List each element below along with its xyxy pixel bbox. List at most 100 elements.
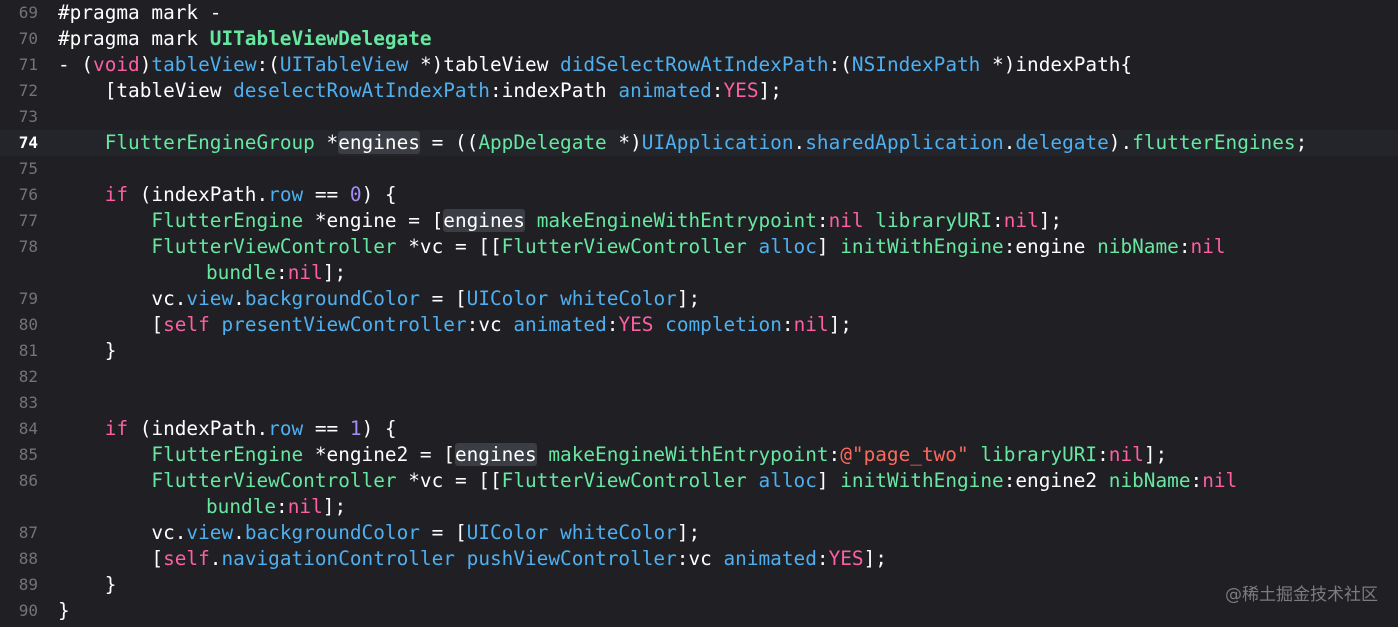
code-token: row [268,183,304,206]
code-token: tableView [151,53,257,76]
code-token: *)indexPath{ [980,53,1133,76]
code-token: : [1178,235,1191,258]
code-line[interactable]: 83 [0,390,1398,416]
code-token: ] [816,235,841,258]
code-token: libraryURI [875,209,993,232]
code-line-wrap[interactable]: bundle:nil]; [0,494,1398,520]
code-token: #pragma mark [58,1,210,24]
code-line[interactable]: 78 FlutterViewController *vc = [[Flutter… [0,234,1398,260]
code-token: :( [256,53,280,76]
code-text: [self.navigationController pushViewContr… [58,546,887,572]
code-token: : [992,209,1004,232]
code-token: nibName [1097,235,1179,258]
line-number: 83 [18,393,38,412]
code-token: ]; [322,261,347,284]
code-text: vc.view.backgroundColor = [UIColor white… [58,286,700,312]
code-token: (indexPath. [128,183,269,206]
code-line[interactable]: 76 if (indexPath.row == 0) { [0,182,1398,208]
code-token: animated [513,313,607,336]
code-line[interactable]: 88 [self.navigationController pushViewCo… [0,546,1398,572]
code-token: *engine2 = [ [303,443,455,466]
code-text: FlutterViewController *vc = [[FlutterVie… [58,468,1237,494]
code-text: } [58,572,117,598]
code-token: - ( [58,53,94,76]
code-token: ). [1108,131,1133,154]
code-token: #pragma mark [58,27,210,50]
code-token: : [276,495,288,518]
code-line[interactable]: 72 [tableView deselectRowAtIndexPath:ind… [0,78,1398,104]
code-token: vc. [58,287,187,310]
code-token: initWithEngine [840,235,1004,258]
code-token: : [816,209,829,232]
code-token: 1 [349,417,362,440]
code-token: nil [1108,443,1144,466]
code-line[interactable]: 73 [0,104,1398,130]
code-line-wrap[interactable]: bundle:nil]; [0,260,1398,286]
code-line[interactable]: 71- (void)tableView:(UITableView *)table… [0,52,1398,78]
code-token: bundle [206,495,277,518]
line-number: 72 [18,81,38,100]
line-number: 69 [18,3,38,22]
code-token: row [268,417,304,440]
code-line[interactable]: 90} [0,598,1398,624]
code-token: completion [665,313,782,336]
code-line[interactable]: 70 #pragma mark UITableViewDelegate [0,26,1398,52]
code-token: :engine2 [1003,469,1109,492]
code-token: UITableViewDelegate [209,27,432,50]
code-token: } [58,573,117,596]
code-line[interactable]: 77 FlutterEngine *engine = [engines make… [0,208,1398,234]
line-number: 84 [18,419,38,438]
code-token: ]; [863,547,887,570]
line-number: 79 [18,289,38,308]
code-token: ; [1295,131,1308,154]
code-token: - [209,1,222,24]
code-token: . [1003,131,1016,154]
code-token: } [58,599,70,622]
code-token: ) { [361,183,397,206]
code-token: nil [793,313,829,336]
code-token: FlutterViewController [151,235,397,258]
code-line[interactable]: 87 vc.view.backgroundColor = [UIColor wh… [0,520,1398,546]
code-editor[interactable]: 69 #pragma mark - 70 #pragma mark UITableVi… [0,0,1398,627]
code-token: . [233,521,245,544]
code-token: = [ [419,521,467,544]
code-token: : [816,547,829,570]
code-line[interactable]: 82 [0,364,1398,390]
code-token: FlutterEngine [151,443,304,466]
code-line[interactable]: 85 FlutterEngine *engine2 = [engines mak… [0,442,1398,468]
line-number: 77 [18,211,38,230]
code-token: : [781,313,794,336]
code-line[interactable]: 75 [0,156,1398,182]
line-number: 73 [18,107,38,126]
code-text: [tableView deselectRowAtIndexPath:indexP… [58,78,782,104]
code-line[interactable]: 79 vc.view.backgroundColor = [UIColor wh… [0,286,1398,312]
code-text: vc.view.backgroundColor = [UIColor white… [58,520,700,546]
code-line[interactable]: 84 if (indexPath.row == 1) { [0,416,1398,442]
line-number: 87 [18,523,38,542]
line-number: 89 [18,575,38,594]
code-token: UIApplication [641,131,794,154]
code-line[interactable]: 80 [self presentViewController:vc animat… [0,312,1398,338]
code-token: ) { [361,417,397,440]
code-token: nil [287,495,323,518]
code-line[interactable]: 74 FlutterEngineGroup *engines = ((AppDe… [0,130,1398,156]
code-text: #pragma mark - [58,0,221,26]
code-text: } [58,598,70,624]
code-token: : [606,313,619,336]
code-line[interactable]: 69 #pragma mark - [0,0,1398,26]
code-line[interactable]: 86 FlutterViewController *vc = [[Flutter… [0,468,1398,494]
code-line[interactable]: 81 } [0,338,1398,364]
code-text: [self presentViewController:vc animated:… [58,312,852,338]
code-token: [ [58,313,164,336]
code-token: whiteColor [560,521,677,544]
line-number: 86 [18,471,38,490]
code-token: nil [828,209,864,232]
code-line[interactable]: 89 } [0,572,1398,598]
